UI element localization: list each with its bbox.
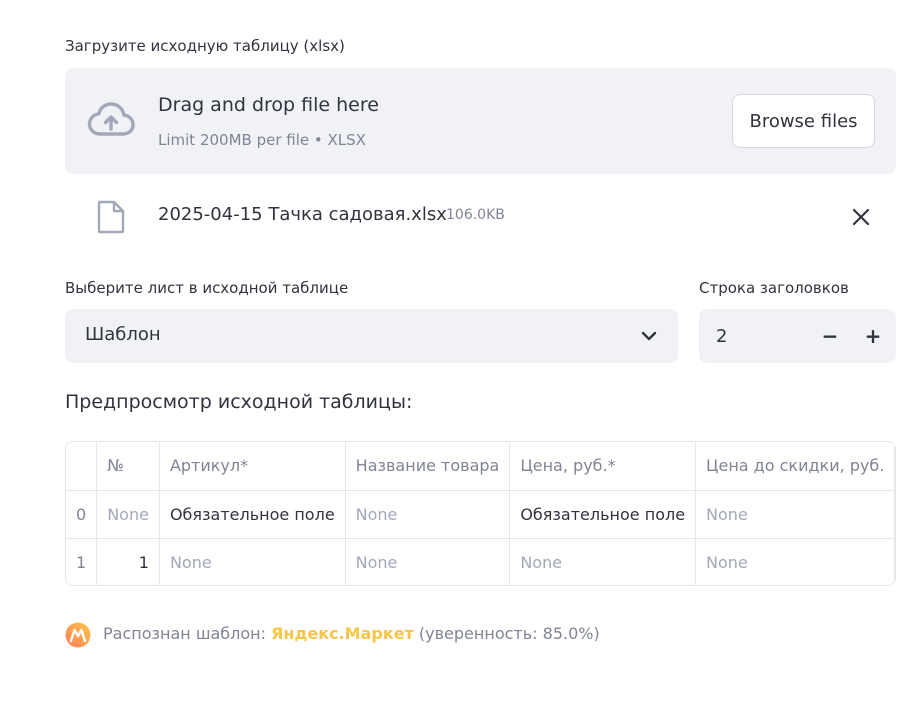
column-header[interactable]: Цена, руб.* [509,442,697,491]
file-dropzone[interactable]: Drag and drop file here Limit 200MB per … [65,68,896,174]
cloud-upload-icon [87,102,135,136]
table-cell[interactable]: None [509,538,697,585]
decrement-button[interactable]: − [815,322,845,350]
browse-files-button[interactable]: Browse files [732,94,875,148]
dropzone-limit-text: Limit 200MB per file • XLSX [158,131,366,149]
table-row: 0 None Обязательное поле None Обязательн… [66,490,895,539]
preview-table[interactable]: № Артикул* Название товара Цена, руб.* Ц… [65,441,896,586]
table-cell[interactable]: Обязательное поле [159,490,346,539]
row-index: 0 [66,490,98,539]
column-header[interactable]: Название товара [345,442,511,491]
table-cell[interactable]: Обязательное поле [509,490,697,539]
yandex-market-logo-icon [65,622,91,648]
table-header-row: № Артикул* Название товара Цена, руб.* Ц… [66,442,895,491]
column-header[interactable] [66,442,98,491]
header-row-input[interactable] [699,309,809,363]
table-row: 1 1 None None None None [66,538,895,585]
header-row-label: Строка заголовков [699,279,849,297]
preview-title: Предпросмотр исходной таблицы: [65,391,413,413]
template-status: Распознан шаблон: Яндекс.Маркет (уверенн… [103,624,600,643]
table-cell[interactable]: None [96,490,160,539]
table-cell[interactable]: None [345,538,511,585]
table-cell[interactable]: None [159,538,346,585]
status-confidence: (уверенность: 85.0%) [413,624,600,643]
sheet-select-value: Шаблон [85,324,161,345]
increment-button[interactable]: + [858,322,888,350]
row-index: 1 [66,538,98,585]
sheet-select-label: Выберите лист в исходной таблице [65,279,349,297]
recognized-template-name: Яндекс.Маркет [271,624,414,643]
chevron-down-icon [641,331,657,341]
table-cell[interactable]: None [695,538,895,585]
status-prefix: Распознан шаблон: [103,624,272,643]
sheet-select[interactable]: Шаблон [65,309,678,363]
app-page: Загрузите исходную таблицу (xlsx) Drag a… [0,0,919,710]
uploaded-file-name: 2025-04-15 Тачка садовая.xlsx [158,204,447,225]
table-cell[interactable]: 1 [96,538,160,585]
column-header[interactable]: № [96,442,160,491]
table-cell[interactable]: None [695,490,895,539]
uploader-label: Загрузите исходную таблицу (xlsx) [65,37,345,55]
table-cell[interactable]: None [345,490,511,539]
column-header[interactable]: Цена до скидки, руб. [695,442,895,491]
close-icon[interactable] [849,205,873,229]
dropzone-title: Drag and drop file here [158,94,379,116]
file-icon [97,200,125,234]
uploaded-file-size: 106.0KB [446,207,505,223]
header-row-stepper: − + [699,309,896,363]
column-header[interactable]: Артикул* [159,442,346,491]
